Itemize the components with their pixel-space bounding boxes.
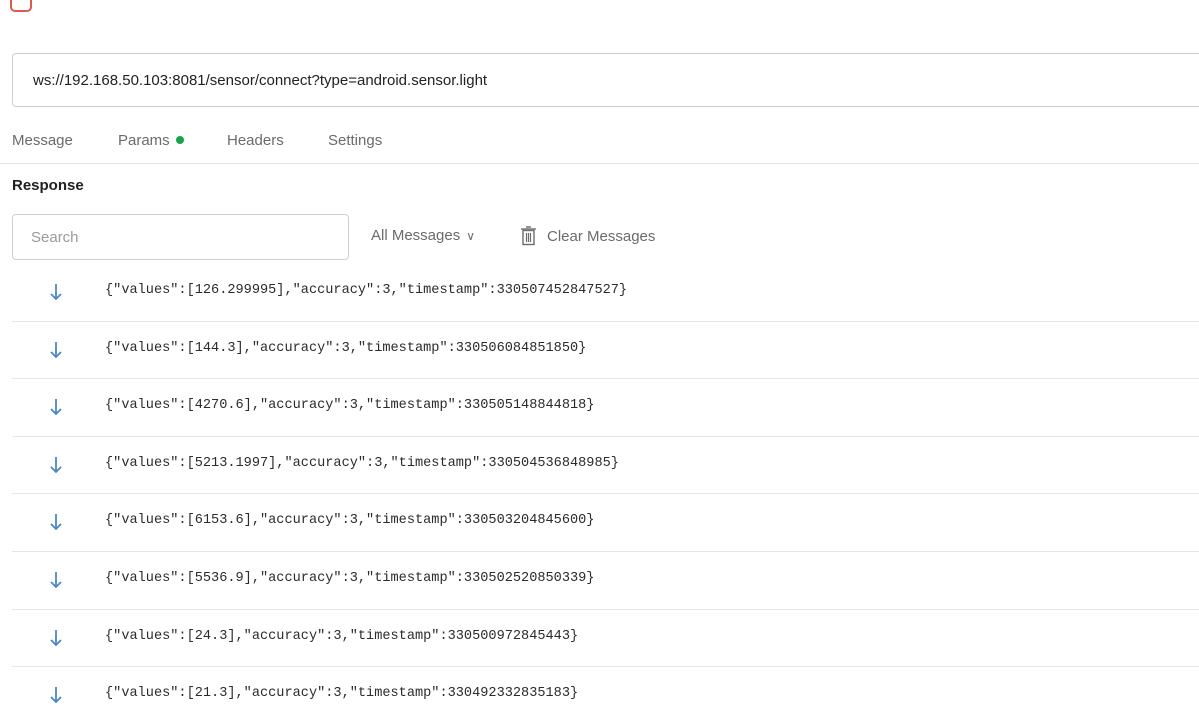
message-row[interactable]: {"values":[24.3],"accuracy":3,"timestamp… bbox=[12, 610, 1199, 668]
clear-messages-button[interactable]: Clear Messages bbox=[520, 226, 655, 246]
tab-headers-label: Headers bbox=[227, 132, 284, 149]
message-text: {"values":[21.3],"accuracy":3,"timestamp… bbox=[105, 686, 579, 702]
tab-params[interactable]: Params bbox=[118, 132, 184, 149]
tab-settings[interactable]: Settings bbox=[328, 132, 382, 149]
tab-headers[interactable]: Headers bbox=[227, 132, 284, 149]
arrow-down-icon bbox=[50, 687, 62, 704]
message-row[interactable]: {"values":[4270.6],"accuracy":3,"timesta… bbox=[12, 379, 1199, 437]
tab-message-label: Message bbox=[12, 132, 73, 149]
message-text: {"values":[24.3],"accuracy":3,"timestamp… bbox=[105, 628, 579, 644]
message-row[interactable]: {"values":[5536.9],"accuracy":3,"timesta… bbox=[12, 552, 1199, 610]
arrow-down-icon bbox=[50, 629, 62, 646]
arrow-down-icon bbox=[50, 399, 62, 416]
clear-messages-label: Clear Messages bbox=[547, 227, 656, 245]
response-title: Response bbox=[12, 177, 84, 194]
arrow-down-icon bbox=[50, 284, 62, 301]
message-list: {"values":[126.299995],"accuracy":3,"tim… bbox=[12, 264, 1199, 717]
arrow-down-icon bbox=[50, 514, 62, 531]
url-bar bbox=[12, 53, 1199, 107]
message-row[interactable]: {"values":[5213.1997],"accuracy":3,"time… bbox=[12, 437, 1199, 495]
websocket-icon bbox=[10, 0, 32, 12]
arrow-down-icon bbox=[50, 571, 62, 589]
message-row[interactable]: {"values":[144.3],"accuracy":3,"timestam… bbox=[12, 322, 1199, 380]
message-text: {"values":[6153.6],"accuracy":3,"timesta… bbox=[105, 513, 595, 529]
message-filter-dropdown[interactable]: All Messages ∨ bbox=[371, 227, 475, 244]
search-box bbox=[12, 214, 349, 260]
message-text: {"values":[5213.1997],"accuracy":3,"time… bbox=[105, 455, 619, 471]
params-indicator-dot bbox=[175, 136, 184, 144]
message-text: {"values":[5536.9],"accuracy":3,"timesta… bbox=[105, 570, 595, 586]
request-tabs: Message Params Headers Settings bbox=[0, 124, 1199, 164]
message-text: {"values":[144.3],"accuracy":3,"timestam… bbox=[105, 340, 587, 356]
message-row[interactable]: {"values":[126.299995],"accuracy":3,"tim… bbox=[12, 264, 1199, 322]
tab-params-label: Params bbox=[118, 132, 170, 149]
arrow-down-icon bbox=[50, 341, 62, 358]
message-filter-label: All Messages bbox=[371, 227, 461, 244]
arrow-down-icon bbox=[50, 456, 62, 474]
message-text: {"values":[126.299995],"accuracy":3,"tim… bbox=[105, 283, 628, 298]
request-title-clipped: ' ' ' ' ~ bbox=[80, 0, 539, 7]
tab-settings-label: Settings bbox=[328, 132, 383, 149]
url-input[interactable] bbox=[33, 54, 1183, 106]
request-title-strip: ' ' ' ' ~ bbox=[0, 0, 1199, 22]
tab-message[interactable]: Message bbox=[12, 132, 73, 149]
trash-icon bbox=[521, 226, 536, 246]
message-row[interactable]: {"values":[21.3],"accuracy":3,"timestamp… bbox=[12, 667, 1199, 717]
message-row[interactable]: {"values":[6153.6],"accuracy":3,"timesta… bbox=[12, 494, 1199, 552]
message-text: {"values":[4270.6],"accuracy":3,"timesta… bbox=[105, 398, 595, 414]
search-input[interactable] bbox=[31, 215, 341, 259]
chevron-down-icon: ∨ bbox=[466, 229, 475, 243]
